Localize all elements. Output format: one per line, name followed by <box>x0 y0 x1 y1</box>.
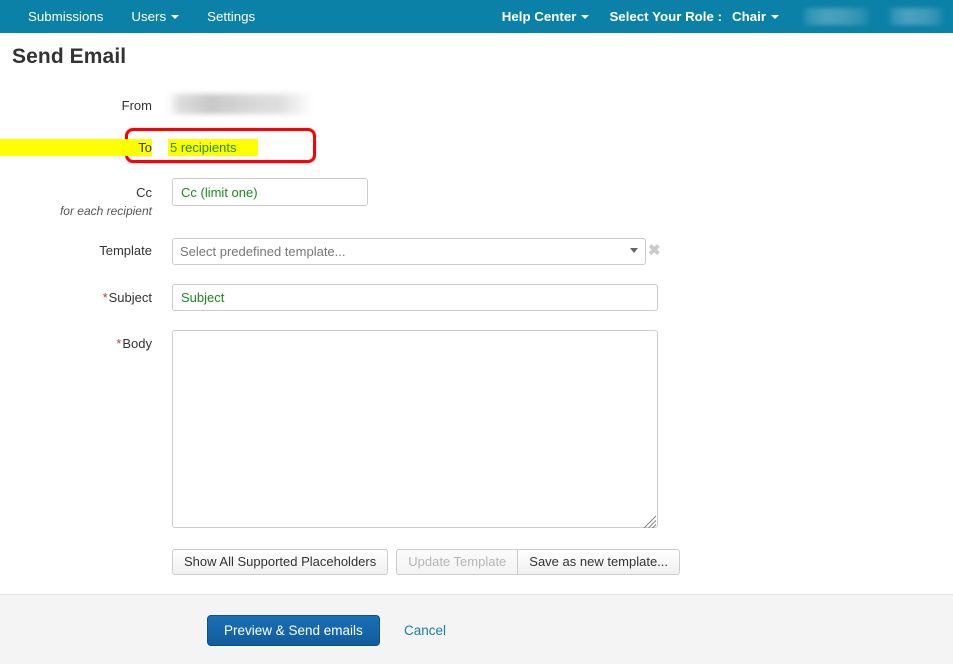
form-footer: Preview & Send emails Cancel <box>0 594 953 664</box>
save-as-new-template-button[interactable]: Save as new template... <box>517 549 681 575</box>
update-template-button[interactable]: Update Template <box>396 549 519 575</box>
top-navbar: Submissions Users Settings Help Center S… <box>0 0 953 33</box>
cc-label: Cc <box>136 185 152 200</box>
to-row: To 5 recipients <box>0 128 953 168</box>
subject-label: *Subject <box>0 290 152 305</box>
from-label: From <box>121 98 152 113</box>
body-textarea[interactable] <box>172 330 658 528</box>
redacted-nav-item-2[interactable] <box>887 8 945 25</box>
preview-and-send-emails-button[interactable]: Preview & Send emails <box>207 615 380 646</box>
subject-row: *Subject <box>0 284 953 314</box>
navbar-left-group: Submissions Users Settings <box>0 0 269 33</box>
required-marker: * <box>116 336 122 351</box>
nav-item-settings[interactable]: Settings <box>193 0 269 33</box>
redacted-nav-item-1[interactable] <box>801 8 871 25</box>
nav-item-role-chair[interactable]: Chair <box>726 0 793 33</box>
template-label: Template <box>99 243 152 258</box>
nav-item-help-center[interactable]: Help Center <box>488 0 596 33</box>
from-row: From <box>0 94 953 120</box>
subject-input[interactable] <box>172 284 658 311</box>
page-title: Send Email <box>12 45 127 68</box>
subject-label-text: Subject <box>108 290 152 305</box>
template-button-group: Update Template Save as new template... <box>396 549 681 575</box>
template-row: Template Select predefined template... ✖ <box>0 238 953 268</box>
navbar-right-group: Help Center Select Your Role : Chair <box>488 0 953 33</box>
show-all-supported-placeholders-button[interactable]: Show All Supported Placeholders <box>172 549 389 575</box>
to-label: To <box>0 139 152 156</box>
select-your-role-label: Select Your Role : <box>609 9 722 24</box>
nav-item-users[interactable]: Users <box>117 0 193 33</box>
chevron-down-icon <box>171 14 180 19</box>
cancel-link[interactable]: Cancel <box>404 623 446 638</box>
template-actions-row: Show All Supported Placeholders Update T… <box>172 549 681 575</box>
nav-item-settings-label: Settings <box>207 9 256 24</box>
to-recipients-link[interactable]: 5 recipients <box>168 139 258 156</box>
body-label: *Body <box>0 336 152 351</box>
body-label-text: Body <box>122 336 152 351</box>
from-value-redacted <box>168 94 312 114</box>
chevron-down-icon <box>581 14 590 19</box>
cc-input[interactable] <box>172 178 368 206</box>
nav-item-submissions[interactable]: Submissions <box>14 0 117 33</box>
clear-template-icon[interactable]: ✖ <box>648 242 661 260</box>
nav-item-users-label: Users <box>131 9 167 24</box>
nav-item-help-center-label: Help Center <box>501 9 577 24</box>
required-marker: * <box>102 290 108 305</box>
nav-item-submissions-label: Submissions <box>28 9 104 24</box>
nav-item-role-chair-label: Chair <box>732 9 766 24</box>
chevron-down-icon <box>771 14 779 19</box>
template-select[interactable]: Select predefined template... <box>172 238 646 265</box>
cc-sublabel: for each recipient <box>59 204 152 218</box>
cc-row: Cc for each recipient <box>0 178 953 226</box>
